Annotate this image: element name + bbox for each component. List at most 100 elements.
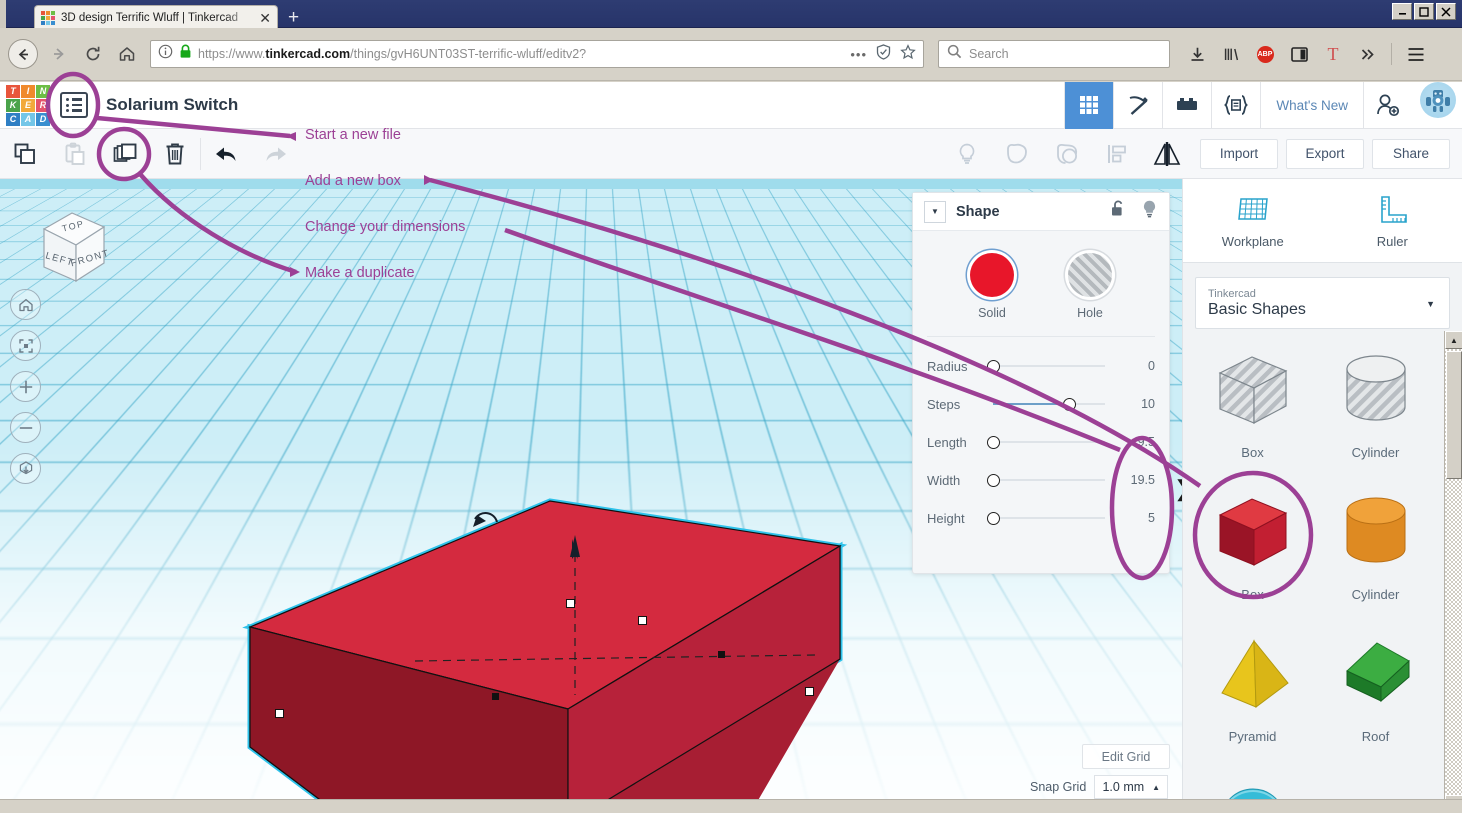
page-actions-icon[interactable]: ••• [850, 47, 867, 62]
chevron-up-icon[interactable]: ▲ [1152, 783, 1160, 792]
close-window-button[interactable] [1436, 3, 1456, 20]
adblock-icon[interactable]: ABP [1250, 37, 1280, 71]
sidebar-icon[interactable] [1284, 37, 1314, 71]
lightbulb-icon[interactable] [942, 129, 992, 179]
undo-arrow-icon[interactable] [201, 129, 251, 179]
slider-knob[interactable] [987, 511, 1000, 525]
align-icon[interactable] [1092, 129, 1142, 179]
shape-mode-hole[interactable]: Hole [1068, 253, 1112, 320]
bookmark-star-icon[interactable] [900, 43, 916, 65]
slider-knob[interactable] [987, 473, 1000, 487]
param-slider-length[interactable] [987, 434, 1115, 450]
box-red-icon[interactable] [1210, 493, 1296, 578]
browser-tab[interactable]: 3D design Terrific Wluff | Tinkercad ✕ [34, 5, 278, 30]
shape-item-pyramid-yellow[interactable]: Pyramid [1191, 629, 1314, 771]
resize-handle-mid[interactable] [492, 693, 499, 700]
param-value-height[interactable]: 5 [1115, 511, 1155, 525]
tinkercad-logo[interactable]: TIN KER CAD [0, 82, 56, 129]
slider-knob[interactable] [987, 359, 1000, 373]
info-icon[interactable] [158, 44, 173, 64]
param-slider-width[interactable] [987, 472, 1115, 488]
snap-grid-select[interactable]: 1.0 mm ▲ [1094, 775, 1169, 799]
grid-view-button[interactable] [1064, 81, 1114, 129]
pocket-icon[interactable]: T [1318, 37, 1348, 71]
selected-box-object[interactable] [240, 479, 860, 799]
shape-library-dropdown[interactable]: Tinkercad Basic Shapes ▼ [1195, 277, 1450, 329]
fit-to-view-button[interactable] [10, 330, 41, 361]
add-user-icon[interactable] [1363, 81, 1412, 129]
solid-swatch[interactable] [970, 253, 1014, 297]
home-view-button[interactable] [10, 289, 41, 320]
param-slider-steps[interactable] [993, 396, 1115, 412]
braces-icon[interactable] [1211, 81, 1260, 129]
roof-green-icon[interactable] [1333, 635, 1419, 720]
resize-handle[interactable] [805, 687, 814, 696]
group-shape-icon[interactable] [992, 129, 1042, 179]
duplicate-button[interactable] [100, 129, 150, 179]
shape-item-cylinder-orange[interactable]: Cylinder [1314, 487, 1437, 629]
hamburger-menu-icon[interactable] [1401, 37, 1431, 71]
sidebar-scrollbar[interactable]: ▲ ▼ [1444, 331, 1462, 813]
unlocked-padlock-icon[interactable] [1110, 199, 1127, 224]
param-slider-radius[interactable] [987, 358, 1115, 374]
param-value-steps[interactable]: 10 [1115, 397, 1155, 411]
box-hole-icon[interactable] [1210, 351, 1296, 436]
resize-handle[interactable] [566, 599, 575, 608]
forward-arrow-icon[interactable] [42, 37, 76, 71]
sidebar-tool-workplane[interactable]: Workplane [1183, 179, 1323, 262]
resize-handle[interactable] [638, 616, 647, 625]
sidebar-tool-ruler[interactable]: Ruler [1323, 179, 1462, 262]
import-button[interactable]: Import [1200, 138, 1278, 169]
library-icon[interactable] [1216, 37, 1246, 71]
address-bar[interactable]: https://www.tinkercad.com/things/gvH6UNT… [150, 40, 924, 68]
shape-item-box-red[interactable]: Box [1191, 487, 1314, 629]
param-value-width[interactable]: 19.5 [1115, 473, 1155, 487]
shield-icon[interactable] [876, 43, 891, 65]
scrollbar-thumb[interactable] [1446, 351, 1462, 479]
export-button[interactable]: Export [1286, 138, 1364, 169]
close-tab-icon[interactable]: ✕ [259, 11, 271, 25]
resize-handle[interactable] [275, 709, 284, 718]
view-cube[interactable]: TOP LEFT FRONT [22, 203, 117, 298]
minimize-button[interactable] [1392, 3, 1412, 20]
ungroup-shape-icon[interactable] [1042, 129, 1092, 179]
scroll-up-button[interactable]: ▲ [1445, 331, 1462, 349]
param-slider-height[interactable] [987, 510, 1115, 526]
reload-icon[interactable] [76, 37, 110, 71]
brick-icon[interactable] [1162, 81, 1211, 129]
project-menu-button[interactable] [60, 92, 88, 118]
param-value-length[interactable]: 9.5 [1115, 435, 1155, 449]
slider-knob[interactable] [987, 435, 1000, 449]
overflow-icon[interactable] [1352, 37, 1382, 71]
share-button[interactable]: Share [1372, 138, 1450, 169]
shape-item-roof-green[interactable]: Roof [1314, 629, 1437, 771]
trash-icon[interactable] [150, 129, 200, 179]
zoom-out-button[interactable] [10, 412, 41, 443]
browser-search-box[interactable]: Search [938, 40, 1170, 68]
whats-new-link[interactable]: What's New [1260, 81, 1363, 129]
cylinder-orange-icon[interactable] [1333, 493, 1419, 578]
slider-knob[interactable] [1062, 397, 1076, 411]
param-value-radius[interactable]: 0 [1115, 359, 1155, 373]
avatar[interactable] [1420, 81, 1456, 118]
new-tab-button[interactable]: + [288, 8, 299, 27]
chevron-down-icon[interactable]: ▼ [1426, 299, 1435, 309]
pickaxe-icon[interactable] [1113, 81, 1162, 129]
shape-item-cylinder-hole[interactable]: Cylinder [1314, 345, 1437, 487]
lightbulb-icon[interactable] [1141, 199, 1158, 224]
edit-grid-button[interactable]: Edit Grid [1082, 744, 1170, 769]
mirror-icon[interactable] [1142, 129, 1192, 179]
zoom-in-button[interactable] [10, 371, 41, 402]
copy-button[interactable] [0, 129, 50, 179]
collapse-panel-button[interactable]: ▼ [924, 200, 946, 223]
hole-swatch[interactable] [1068, 253, 1112, 297]
cylinder-hole-icon[interactable] [1333, 351, 1419, 436]
resize-handle-mid[interactable] [718, 651, 725, 658]
shape-mode-solid[interactable]: Solid [970, 253, 1014, 320]
download-icon[interactable] [1182, 37, 1212, 71]
maximize-button[interactable] [1414, 3, 1434, 20]
ortho-perspective-toggle[interactable] [10, 453, 41, 484]
back-arrow-icon[interactable] [8, 39, 38, 69]
home-icon[interactable] [110, 37, 144, 71]
shape-item-box-hole[interactable]: Box [1191, 345, 1314, 487]
